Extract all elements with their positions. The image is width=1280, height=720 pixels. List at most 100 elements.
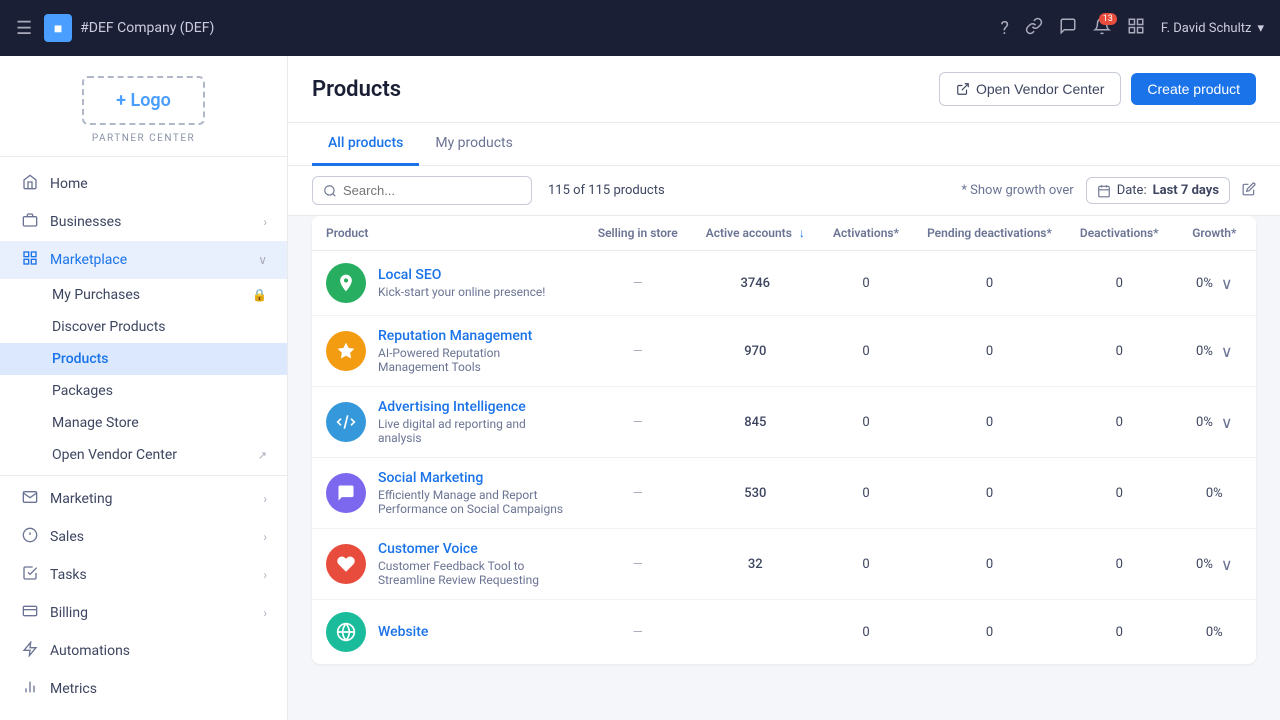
sidebar-logo-button[interactable]: + Logo — [82, 76, 205, 125]
product-cell-local-seo: Local SEO Kick-start your online presenc… — [312, 251, 584, 316]
sidebar-item-products[interactable]: Products — [0, 343, 287, 375]
sidebar-item-billing-label: Billing — [50, 605, 88, 621]
col-growth: Growth* — [1173, 216, 1256, 251]
sidebar-item-billing[interactable]: Billing › — [0, 594, 287, 632]
packages-label: Packages — [52, 383, 113, 399]
sidebar-item-businesses-label: Businesses — [50, 214, 121, 230]
pending-customer-voice: 0 — [913, 529, 1066, 600]
apps-grid-icon[interactable] — [1127, 17, 1145, 40]
sales-icon — [20, 527, 40, 547]
expand-row-customer-voice[interactable]: ∨ — [1221, 555, 1233, 574]
product-name-social-marketing[interactable]: Social Marketing — [378, 470, 570, 486]
sidebar-item-marketing[interactable]: Marketing › — [0, 480, 287, 518]
search-icon — [323, 184, 337, 198]
activations-advertising-intelligence: 0 — [819, 387, 913, 458]
sidebar-item-open-vendor-center[interactable]: Open Vendor Center ↗ — [0, 439, 287, 471]
product-name-customer-voice[interactable]: Customer Voice — [378, 541, 570, 557]
notification-badge: 13 — [1099, 13, 1117, 25]
open-vendor-center-label: Open Vendor Center — [976, 81, 1104, 97]
sidebar-item-metrics-label: Metrics — [50, 681, 97, 697]
tab-my-products[interactable]: My products — [419, 123, 529, 166]
sidebar-item-manage-store[interactable]: Manage Store — [0, 407, 287, 439]
toolbar: 115 of 115 products * Show growth over D… — [288, 166, 1280, 216]
activations-customer-voice: 0 — [819, 529, 913, 600]
sidebar-item-automations[interactable]: Automations — [0, 632, 287, 670]
table-row: Website — 0 0 0 0% — [312, 600, 1256, 665]
sidebar-item-metrics[interactable]: Metrics — [0, 670, 287, 708]
calendar-icon — [1097, 184, 1111, 198]
search-input[interactable] — [343, 183, 521, 198]
user-menu[interactable]: F. David Schultz ▾ — [1161, 21, 1264, 36]
selling-reputation-management: — — [584, 316, 692, 387]
product-icon-social-marketing — [326, 473, 366, 513]
product-info-website: Website — [378, 624, 428, 640]
product-desc-social-marketing: Efficiently Manage and Report Performanc… — [378, 488, 570, 516]
create-product-button[interactable]: Create product — [1131, 73, 1256, 105]
sidebar-item-tasks[interactable]: Tasks › — [0, 556, 287, 594]
open-vendor-center-button[interactable]: Open Vendor Center — [939, 72, 1121, 106]
col-pending: Pending deactivations* — [913, 216, 1066, 251]
product-name-local-seo[interactable]: Local SEO — [378, 267, 545, 283]
automations-icon — [20, 641, 40, 661]
sidebar-item-administration[interactable]: Administration — [0, 708, 287, 720]
sidebar-item-my-purchases[interactable]: My Purchases 🔒 — [0, 279, 287, 311]
edit-date-icon[interactable] — [1242, 181, 1256, 200]
content-area: Products Open Vendor Center Create produ… — [288, 56, 1280, 720]
external-link-icon — [956, 82, 970, 96]
hamburger-menu-icon[interactable]: ☰ — [16, 18, 32, 39]
product-desc-local-seo: Kick-start your online presence! — [378, 285, 545, 299]
sidebar-nav: Home Businesses › Marketplace ∨ — [0, 157, 287, 720]
date-filter[interactable]: Date: Last 7 days — [1086, 177, 1230, 204]
product-info-advertising-intelligence: Advertising Intelligence Live digital ad… — [378, 399, 570, 445]
activations-website: 0 — [819, 600, 913, 665]
col-active[interactable]: Active accounts ↓ — [692, 216, 819, 251]
deactivations-social-marketing: 0 — [1066, 458, 1173, 529]
expand-row-reputation-management[interactable]: ∨ — [1221, 342, 1233, 361]
pending-local-seo: 0 — [913, 251, 1066, 316]
expand-row-local-seo[interactable]: ∨ — [1221, 274, 1233, 293]
help-icon[interactable]: ? — [1000, 18, 1009, 39]
chat-icon[interactable] — [1059, 17, 1077, 40]
tasks-icon — [20, 565, 40, 585]
date-value: Last 7 days — [1153, 183, 1219, 198]
product-name-website[interactable]: Website — [378, 624, 428, 640]
expand-row-advertising-intelligence[interactable]: ∨ — [1221, 413, 1233, 432]
product-info-reputation-management: Reputation Management AI-Powered Reputat… — [378, 328, 570, 374]
sidebar-item-packages[interactable]: Packages — [0, 375, 287, 407]
user-dropdown-icon: ▾ — [1257, 21, 1264, 36]
pending-website: 0 — [913, 600, 1066, 665]
marketplace-icon — [20, 250, 40, 270]
selling-local-seo: — — [584, 251, 692, 316]
tab-all-products[interactable]: All products — [312, 123, 419, 166]
product-icon-reputation-management — [326, 331, 366, 371]
sidebar-item-home[interactable]: Home — [0, 165, 287, 203]
active-website — [692, 600, 819, 665]
product-name-reputation-management[interactable]: Reputation Management — [378, 328, 570, 344]
company-logo-icon: ■ — [44, 14, 72, 42]
businesses-expand-icon: › — [263, 215, 267, 229]
sidebar-item-automations-label: Automations — [50, 643, 130, 659]
growth-advertising-intelligence: 0% ∨ — [1173, 387, 1256, 458]
col-activations: Activations* — [819, 216, 913, 251]
product-name-advertising-intelligence[interactable]: Advertising Intelligence — [378, 399, 570, 415]
search-box[interactable] — [312, 176, 532, 205]
tabs-bar: All products My products — [288, 123, 1280, 166]
product-icon-local-seo — [326, 263, 366, 303]
link-icon[interactable] — [1025, 17, 1043, 40]
growth-website: 0% — [1173, 600, 1256, 665]
top-navigation: ☰ ■ #DEF Company (DEF) ? 13 F. David Sch… — [0, 0, 1280, 56]
manage-store-label: Manage Store — [52, 415, 139, 431]
pending-reputation-management: 0 — [913, 316, 1066, 387]
selling-social-marketing: — — [584, 458, 692, 529]
sidebar-item-marketplace[interactable]: Marketplace ∨ — [0, 241, 287, 279]
page-header: Products Open Vendor Center Create produ… — [288, 56, 1280, 123]
company-logo-wrap[interactable]: ■ #DEF Company (DEF) — [44, 14, 214, 42]
sidebar-item-home-label: Home — [50, 176, 88, 192]
sidebar-item-businesses[interactable]: Businesses › — [0, 203, 287, 241]
lock-icon: 🔒 — [252, 288, 267, 302]
sidebar-item-sales[interactable]: Sales › — [0, 518, 287, 556]
notification-icon[interactable]: 13 — [1093, 17, 1111, 40]
metrics-icon — [20, 679, 40, 699]
sidebar-item-discover-products[interactable]: Discover Products — [0, 311, 287, 343]
product-cell-reputation-management: Reputation Management AI-Powered Reputat… — [312, 316, 584, 387]
